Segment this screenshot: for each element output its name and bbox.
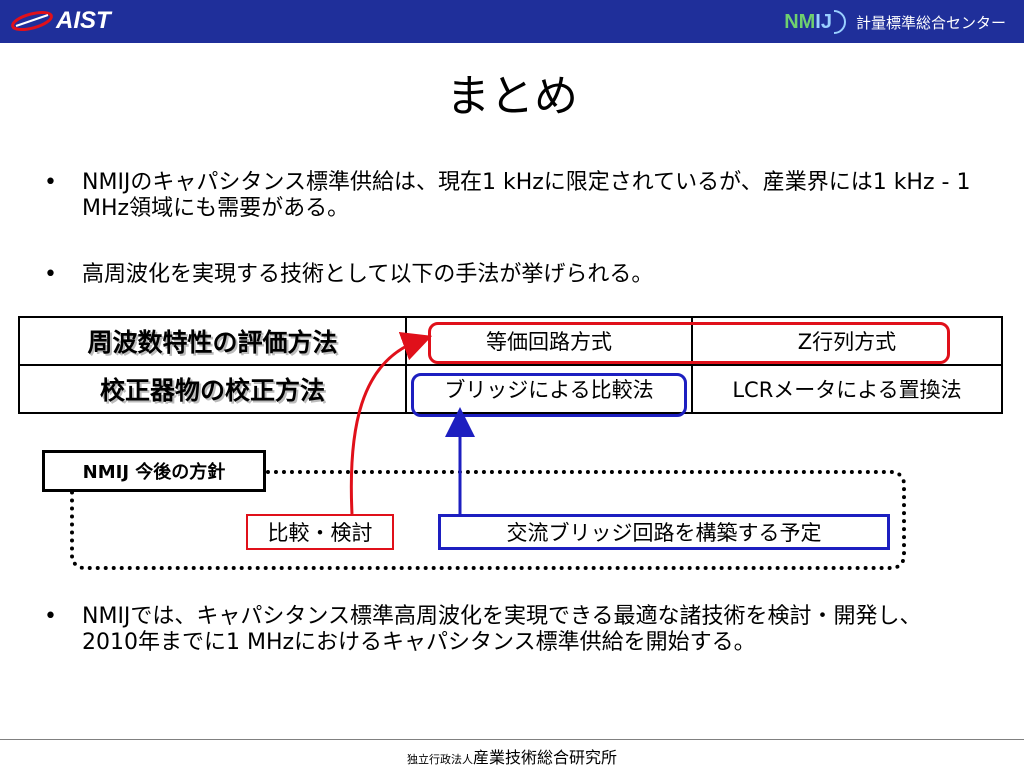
arrows-layer [349, 332, 475, 515]
compare-review-label: 比較・検討 [246, 514, 394, 550]
policy-title-box: NMIJ 今後の方針 [42, 450, 266, 492]
ac-bridge-plan-label: 交流ブリッジ回路を構築する予定 [438, 514, 890, 550]
red-arrow [349, 332, 433, 515]
